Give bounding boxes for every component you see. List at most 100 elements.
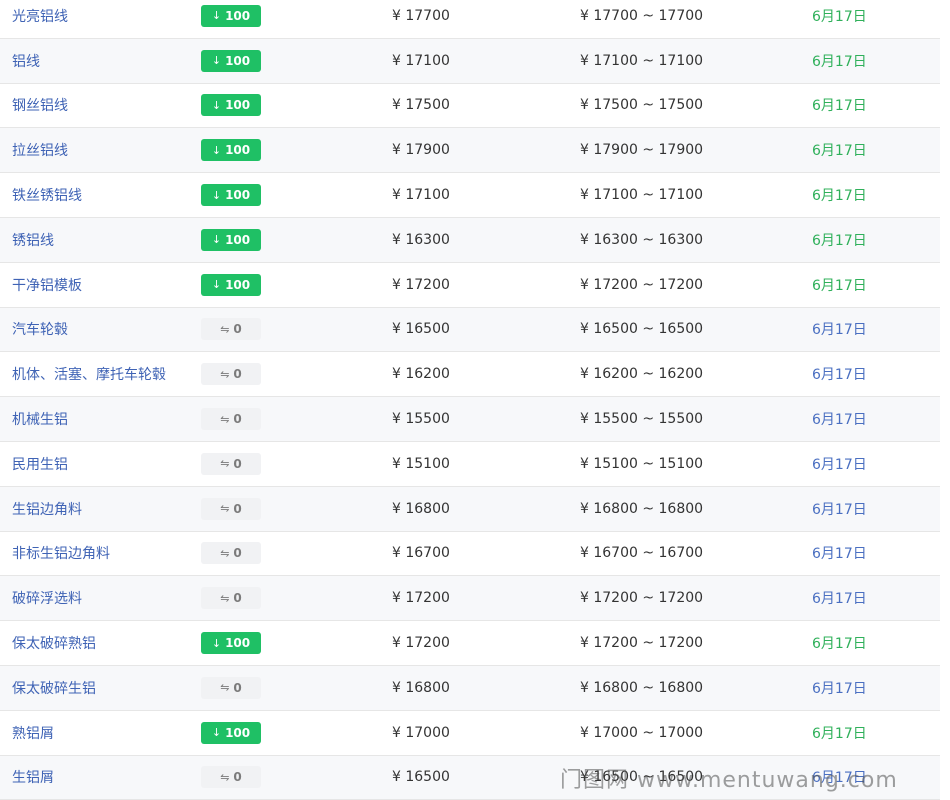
change-badge: ↓ 100 bbox=[201, 184, 261, 207]
change-value: 0 bbox=[233, 367, 242, 382]
table-row: 熟铝屑 ↓ 100 ¥ 17000 ¥ 17000 ~ 17000 6月17日 bbox=[0, 711, 940, 756]
price-range: ¥ 16800 ~ 16800 bbox=[580, 500, 704, 517]
update-date: 6月17日 bbox=[812, 322, 867, 339]
price-range: ¥ 17200 ~ 17200 bbox=[580, 276, 704, 293]
change-value: 100 bbox=[225, 277, 251, 292]
table-row: 民用生铝 ⇋ 0 ¥ 15100 ¥ 15100 ~ 15100 6月17日 bbox=[0, 442, 940, 487]
material-name-link[interactable]: 铁丝锈铝线 bbox=[12, 185, 82, 205]
update-date: 6月17日 bbox=[812, 591, 867, 608]
material-name-link[interactable]: 钢丝铝线 bbox=[12, 95, 68, 115]
average-price: ¥ 16300 bbox=[392, 231, 450, 248]
flat-change-icon: ⇋ bbox=[220, 502, 230, 516]
material-name-link[interactable]: 生铝边角料 bbox=[12, 499, 82, 519]
down-arrow-icon: ↓ bbox=[211, 726, 222, 740]
flat-change-icon: ⇋ bbox=[220, 367, 230, 381]
change-value: 0 bbox=[233, 546, 242, 561]
change-badge: ↓ 100 bbox=[201, 139, 261, 162]
average-price: ¥ 17200 bbox=[392, 276, 450, 293]
table-row: 破碎浮选料 ⇋ 0 ¥ 17200 ¥ 17200 ~ 17200 6月17日 bbox=[0, 576, 940, 622]
material-name-link[interactable]: 熟铝屑 bbox=[12, 723, 54, 743]
table-row: 生铝边角料 ⇋ 0 ¥ 16800 ¥ 16800 ~ 16800 6月17日 bbox=[0, 486, 940, 532]
price-range: ¥ 15100 ~ 15100 bbox=[580, 455, 704, 472]
change-value: 0 bbox=[233, 591, 242, 606]
material-name-link[interactable]: 机械生铝 bbox=[12, 409, 68, 429]
material-name-link[interactable]: 干净铝模板 bbox=[12, 275, 82, 295]
table-row: 锈铝线 ↓ 100 ¥ 16300 ¥ 16300 ~ 16300 6月17日 bbox=[0, 217, 940, 263]
update-date: 6月17日 bbox=[812, 98, 867, 115]
price-range: ¥ 17000 ~ 17000 bbox=[580, 724, 704, 741]
material-name-link[interactable]: 生铝屑 bbox=[12, 767, 54, 787]
change-badge: ⇋ 0 bbox=[201, 542, 261, 565]
material-name-link[interactable]: 拉丝铝线 bbox=[12, 140, 68, 160]
material-name-link[interactable]: 保太破碎生铝 bbox=[12, 678, 96, 698]
average-price: ¥ 17500 bbox=[392, 97, 450, 114]
table-row: 汽车轮毂 ⇋ 0 ¥ 16500 ¥ 16500 ~ 16500 6月17日 bbox=[0, 307, 940, 353]
update-date: 6月17日 bbox=[812, 725, 867, 742]
down-arrow-icon: ↓ bbox=[211, 54, 222, 68]
change-badge: ↓ 100 bbox=[201, 94, 261, 117]
flat-change-icon: ⇋ bbox=[220, 322, 230, 336]
change-badge: ↓ 100 bbox=[201, 49, 261, 72]
material-name-link[interactable]: 汽车轮毂 bbox=[12, 319, 68, 339]
average-price: ¥ 16800 bbox=[392, 500, 450, 517]
change-value: 100 bbox=[225, 725, 251, 740]
price-range: ¥ 15500 ~ 15500 bbox=[580, 411, 704, 428]
material-name-link[interactable]: 光亮铝线 bbox=[12, 6, 68, 26]
table-row: 钢丝铝线 ↓ 100 ¥ 17500 ¥ 17500 ~ 17500 6月17日 bbox=[0, 84, 940, 129]
change-badge: ⇋ 0 bbox=[201, 452, 261, 475]
average-price: ¥ 16200 bbox=[392, 366, 450, 383]
price-range: ¥ 16300 ~ 16300 bbox=[580, 231, 704, 248]
update-date: 6月17日 bbox=[812, 277, 867, 294]
material-name-link[interactable]: 破碎浮选料 bbox=[12, 588, 82, 608]
change-badge: ⇋ 0 bbox=[201, 676, 261, 699]
change-value: 100 bbox=[225, 143, 251, 158]
average-price: ¥ 17700 bbox=[392, 7, 450, 24]
change-value: 100 bbox=[225, 636, 251, 651]
average-price: ¥ 16800 bbox=[392, 679, 450, 696]
price-range: ¥ 16200 ~ 16200 bbox=[580, 366, 704, 383]
change-value: 0 bbox=[233, 501, 242, 516]
down-arrow-icon: ↓ bbox=[211, 233, 222, 247]
change-badge: ⇋ 0 bbox=[201, 318, 261, 341]
change-badge: ↓ 100 bbox=[201, 632, 261, 655]
price-range: ¥ 17100 ~ 17100 bbox=[580, 52, 704, 69]
change-badge: ⇋ 0 bbox=[201, 497, 261, 520]
update-date: 6月17日 bbox=[812, 143, 867, 160]
down-arrow-icon: ↓ bbox=[211, 9, 222, 23]
change-badge: ⇋ 0 bbox=[201, 408, 261, 431]
change-badge: ⇋ 0 bbox=[201, 766, 261, 789]
table-row: 干净铝模板 ↓ 100 ¥ 17200 ¥ 17200 ~ 17200 6月17日 bbox=[0, 263, 940, 308]
average-price: ¥ 17200 bbox=[392, 635, 450, 652]
change-badge: ↓ 100 bbox=[201, 228, 261, 251]
material-name-link[interactable]: 非标生铝边角料 bbox=[12, 543, 110, 563]
material-name-link[interactable]: 锈铝线 bbox=[12, 230, 54, 250]
change-value: 0 bbox=[233, 322, 242, 337]
update-date: 6月17日 bbox=[812, 53, 867, 70]
change-value: 100 bbox=[225, 98, 251, 113]
material-name-link[interactable]: 民用生铝 bbox=[12, 454, 68, 474]
down-arrow-icon: ↓ bbox=[211, 143, 222, 157]
material-name-link[interactable]: 机体、活塞、摩托车轮毂 bbox=[12, 364, 166, 384]
price-range: ¥ 17700 ~ 17700 bbox=[580, 7, 704, 24]
average-price: ¥ 15500 bbox=[392, 411, 450, 428]
change-value: 0 bbox=[233, 680, 242, 695]
change-badge: ↓ 100 bbox=[201, 273, 261, 296]
update-date: 6月17日 bbox=[812, 456, 867, 473]
down-arrow-icon: ↓ bbox=[211, 636, 222, 650]
watermark-text: 门图网 www.mentuwang.com bbox=[560, 768, 898, 793]
change-value: 100 bbox=[225, 8, 251, 23]
table-row: 保太破碎生铝 ⇋ 0 ¥ 16800 ¥ 16800 ~ 16800 6月17日 bbox=[0, 665, 940, 711]
table-row: 拉丝铝线 ↓ 100 ¥ 17900 ¥ 17900 ~ 17900 6月17日 bbox=[0, 128, 940, 174]
average-price: ¥ 17100 bbox=[392, 187, 450, 204]
price-range: ¥ 16700 ~ 16700 bbox=[580, 545, 704, 562]
change-value: 0 bbox=[233, 456, 242, 471]
average-price: ¥ 17000 bbox=[392, 724, 450, 741]
price-range: ¥ 17200 ~ 17200 bbox=[580, 590, 704, 607]
flat-change-icon: ⇋ bbox=[220, 681, 230, 695]
change-badge: ↓ 100 bbox=[201, 4, 261, 27]
update-date: 6月17日 bbox=[812, 680, 867, 697]
material-name-link[interactable]: 铝线 bbox=[12, 51, 40, 71]
price-table: 光亮铝线 ↓ 100 ¥ 17700 ¥ 17700 ~ 17700 6月17日 铝线 ↓ 10… bbox=[0, 0, 940, 800]
table-row: 机体、活塞、摩托车轮毂 ⇋ 0 ¥ 16200 ¥ 16200 ~ 16200 6月17日 bbox=[0, 352, 940, 398]
material-name-link[interactable]: 保太破碎熟铝 bbox=[12, 633, 96, 653]
